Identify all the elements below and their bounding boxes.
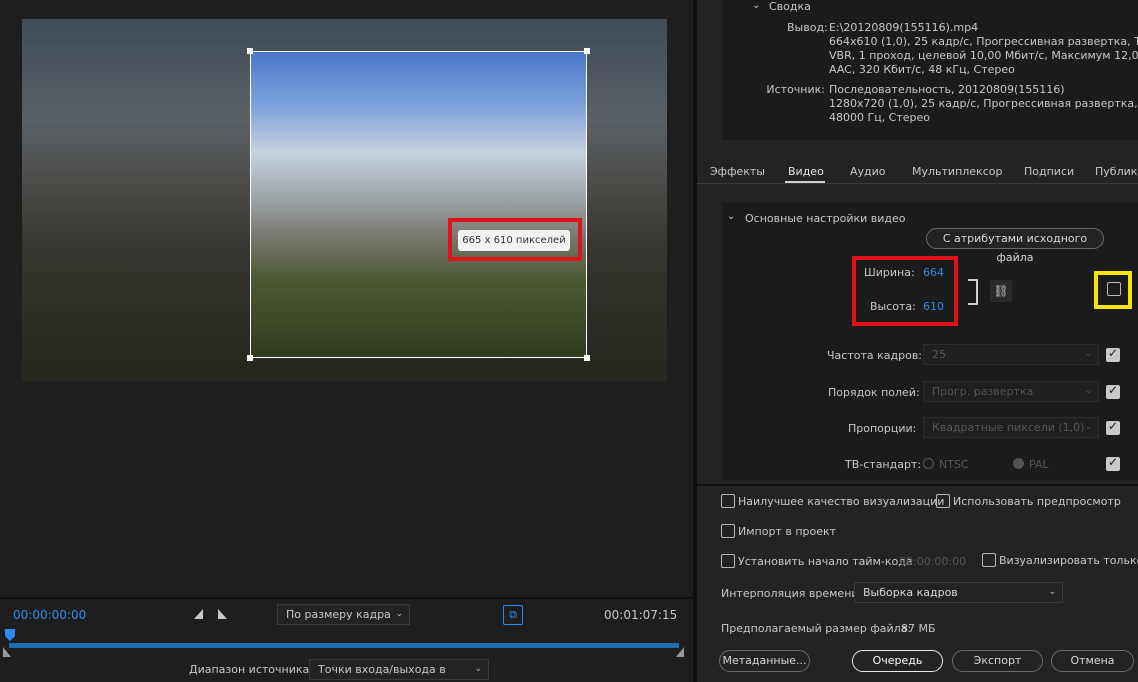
timecode-value[interactable]: 00:00:00:00 [899, 555, 966, 568]
tab-effects[interactable]: Эффекты [710, 165, 765, 178]
timecode-start[interactable]: 00:00:00:00 [13, 608, 86, 622]
chevron-down-icon: ⌄ [1048, 587, 1056, 597]
settings-tabs: Эффекты Видео Аудио Мультиплексор Подпис… [697, 158, 1138, 184]
pal-label: PAL [1029, 458, 1049, 471]
output-line-1: E:\20120809(155116).mp4 [829, 21, 979, 34]
time-interp-value: Выборка кадров [863, 586, 958, 599]
chevron-down-icon: ⌄ [1084, 349, 1092, 359]
crop-handle-bl[interactable] [247, 355, 253, 361]
use-previews-label: Использовать предпросмотр [953, 495, 1121, 508]
source-range-value: Точки входа/выхода в эпиз... [318, 663, 446, 676]
field-order-label: Порядок полей: [828, 386, 920, 399]
max-quality-checkbox[interactable] [721, 494, 735, 508]
basic-video-title: Основные настройки видео [745, 212, 906, 225]
tab-multiplexer[interactable]: Мультиплексор [912, 165, 1002, 178]
aspect-checkbox[interactable] [1106, 419, 1120, 435]
est-size-value: 87 МБ [901, 622, 936, 635]
field-order-checkbox[interactable] [1106, 383, 1120, 399]
chevron-down-icon: ⌄ [395, 609, 403, 619]
crop-handle-tr[interactable] [584, 48, 590, 54]
source-line-2: 1280x720 (1,0), 25 кадр/с, Прогрессивная… [829, 97, 1138, 110]
output-line-3: VBR, 1 проход, целевой 10,00 Мбит/с, Мак… [829, 49, 1138, 62]
match-source-button[interactable]: С атрибутами исходного файла [926, 228, 1104, 264]
import-project-label: Импорт в проект [738, 525, 837, 538]
tv-standard-checkbox[interactable] [1106, 455, 1120, 471]
highlight-checkbox [1094, 271, 1132, 309]
frame-rate-checkbox[interactable] [1106, 346, 1120, 362]
queue-button[interactable]: Очередь [852, 650, 943, 672]
basic-video-settings: ⌄ Основные настройки видео С атрибутами … [722, 202, 1138, 480]
est-size-label: Предполагаемый размер файла: [721, 622, 912, 635]
mark-out-icon[interactable] [218, 609, 227, 619]
aspect-label: Пропорции: [848, 422, 917, 435]
time-interp-select[interactable]: Выборка кадров ⌄ [854, 582, 1063, 603]
field-order-select[interactable]: Прогр. развертка ⌄ [923, 381, 1099, 402]
frame-rate-value: 25 [932, 348, 946, 361]
aspect-select[interactable]: Квадратные пиксели (1,0) ⌄ [923, 417, 1099, 438]
crop-size-tooltip: 665 x 610 пикселей [458, 230, 570, 251]
timecode-end: 00:01:07:15 [604, 608, 678, 622]
frame-rate-select[interactable]: 25 ⌄ [923, 344, 1099, 365]
export-button[interactable]: Экспорт [952, 650, 1043, 672]
import-project-checkbox[interactable] [721, 524, 735, 538]
max-quality-label: Наилучшее качество визуализации [738, 495, 945, 508]
time-interp-label: Интерполяция времени: [721, 587, 863, 600]
ntsc-label: NTSC [939, 458, 969, 471]
source-label: Источник: [766, 83, 825, 96]
preview-divider [0, 597, 693, 599]
summary-section: ⌄ Сводка Вывод: E:\20120809(155116).mp4 … [722, 0, 1138, 140]
output-line-2: 664x610 (1,0), 25 кадр/с, Прогрессивная … [829, 35, 1138, 48]
playhead-icon[interactable] [5, 629, 15, 641]
out-point-icon[interactable] [676, 647, 684, 657]
in-point-icon[interactable] [3, 647, 11, 657]
chevron-down-icon: ⌄ [1084, 386, 1092, 396]
tv-standard-label: ТВ-стандарт: [845, 458, 922, 471]
summary-header: Сводка [769, 0, 811, 13]
render-alpha-label: Визуализировать только а... [999, 554, 1138, 567]
metadata-button[interactable]: Метаданные... [719, 650, 810, 672]
fit-select-value: По размеру кадра [286, 608, 391, 621]
crop-handle-tl[interactable] [247, 48, 253, 54]
tab-audio[interactable]: Аудио [850, 165, 886, 178]
use-previews-checkbox[interactable] [936, 494, 950, 508]
crop-handle-br[interactable] [584, 355, 590, 361]
render-alpha-checkbox[interactable] [982, 553, 996, 567]
tab-video[interactable]: Видео [788, 165, 824, 178]
aspect-value: Квадратные пиксели (1,0) [932, 421, 1085, 434]
crop-region[interactable] [250, 51, 587, 358]
timeline-bar[interactable] [9, 643, 679, 648]
tab-publish[interactable]: Публика [1095, 165, 1138, 178]
highlight-dimensions [852, 256, 958, 326]
chevron-down-icon: ⌄ [1084, 422, 1092, 432]
link-bracket [968, 279, 978, 305]
unlink-icon[interactable]: ⛓ [990, 280, 1012, 302]
frame-rate-label: Частота кадров: [827, 349, 923, 362]
mark-in-icon[interactable] [194, 609, 203, 619]
output-line-4: AAC, 320 Кбит/с, 48 кГц, Стерео [829, 63, 1015, 76]
chevron-down-icon: ⌄ [474, 664, 482, 674]
fit-select[interactable]: По размеру кадра ⌄ [277, 604, 410, 625]
field-order-value: Прогр. развертка [932, 385, 1034, 398]
cancel-button[interactable]: Отмена [1051, 650, 1134, 672]
chevron-down-icon[interactable]: ⌄ [727, 211, 735, 222]
ntsc-radio[interactable] [923, 458, 934, 469]
pal-radio[interactable] [1013, 458, 1024, 469]
export-options: Наилучшее качество визуализации Использо… [697, 484, 1138, 682]
set-timecode-label: Установить начало тайм-кода [738, 555, 913, 568]
output-label: Вывод: [787, 21, 828, 34]
source-range-label: Диапазон источника: [189, 663, 313, 676]
source-line-3: 48000 Гц, Стерео [829, 111, 931, 124]
chevron-down-icon[interactable]: ⌄ [752, 0, 760, 11]
crop-toggle-icon[interactable]: ⧉ [503, 605, 523, 625]
source-line-1: Последовательность, 20120809(155116) [829, 83, 1065, 96]
tab-captions[interactable]: Подписи [1024, 165, 1074, 178]
set-timecode-checkbox[interactable] [721, 554, 735, 568]
source-range-select[interactable]: Точки входа/выхода в эпиз... ⌄ [309, 659, 489, 680]
active-tab-indicator [785, 181, 825, 183]
preview-panel: 665 x 610 пикселей 00:00:00:00 По размер… [0, 0, 693, 682]
